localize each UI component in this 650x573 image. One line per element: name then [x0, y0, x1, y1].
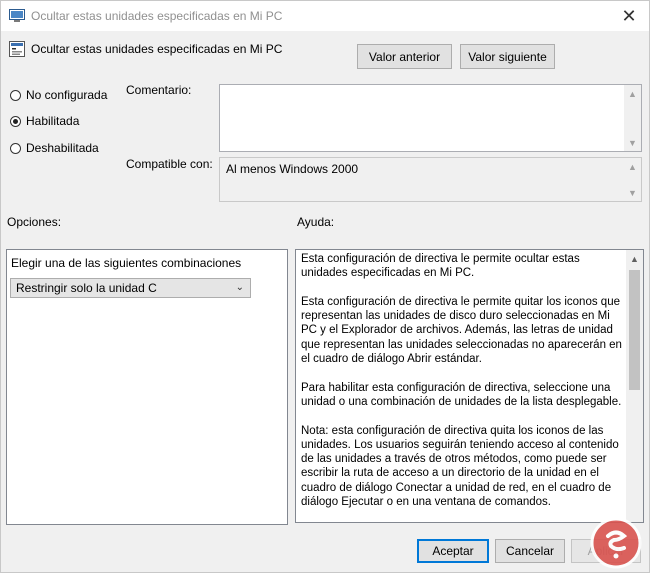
radio-button[interactable] — [10, 115, 21, 127]
help-paragraph: Nota: esta configuración de directiva qu… — [301, 424, 619, 509]
accept-button[interactable]: Aceptar — [417, 539, 489, 563]
radio-label: No configurada — [26, 88, 108, 102]
radio-disabled[interactable]: Deshabilitada — [10, 141, 99, 155]
policy-setting-icon — [9, 41, 25, 57]
title-bar: Ocultar estas unidades especificadas en … — [1, 1, 649, 31]
comment-label: Comentario: — [126, 83, 192, 97]
radio-button[interactable] — [10, 142, 21, 154]
radio-button[interactable] — [10, 89, 21, 101]
scroll-up-icon[interactable]: ▲ — [624, 158, 641, 175]
scrollbar-thumb[interactable] — [629, 270, 640, 390]
prev-setting-button[interactable]: Valor anterior — [357, 44, 452, 69]
next-setting-button[interactable]: Valor siguiente — [460, 44, 555, 69]
compatible-scrollbar[interactable]: ▲ ▼ — [624, 158, 641, 201]
scroll-down-icon[interactable]: ▼ — [624, 184, 641, 201]
comment-scrollbar[interactable]: ▲ ▼ — [624, 85, 641, 151]
scroll-up-icon[interactable]: ▲ — [624, 85, 641, 102]
radio-label: Habilitada — [26, 114, 80, 128]
select-value: Restringir solo la unidad C — [16, 281, 157, 295]
scroll-up-icon[interactable]: ▲ — [626, 250, 643, 267]
help-paragraph: Para habilitar esta configuración de dir… — [301, 381, 622, 408]
radio-enabled[interactable]: Habilitada — [10, 114, 79, 128]
compatible-label: Compatible con: — [126, 157, 213, 171]
help-scrollbar[interactable]: ▲ — [626, 250, 643, 522]
help-paragraph: Esta configuración de directiva le permi… — [301, 295, 622, 366]
compatible-field: Al menos Windows 2000 ▲ ▼ — [219, 157, 642, 202]
radio-label: Deshabilitada — [26, 141, 99, 155]
solvetic-logo — [590, 517, 642, 569]
drive-restriction-select[interactable]: Restringir solo la unidad C ⌄ — [10, 278, 251, 298]
policy-icon — [9, 9, 25, 22]
help-heading: Ayuda: — [297, 215, 335, 229]
help-paragraph: Esta configuración de directiva le permi… — [301, 253, 580, 280]
chevron-down-icon: ⌄ — [235, 282, 244, 293]
window-title: Ocultar estas unidades especificadas en … — [31, 9, 283, 23]
combo-label: Elegir una de las siguientes combinacion… — [11, 256, 242, 270]
dialog-window: Ocultar estas unidades especificadas en … — [0, 0, 650, 573]
help-panel: Esta configuración de directiva le permi… — [295, 249, 644, 523]
scroll-down-icon[interactable]: ▼ — [624, 134, 641, 151]
close-icon[interactable]: ✕ — [615, 3, 643, 29]
help-text: Esta configuración de directiva le permi… — [301, 252, 626, 522]
radio-not-configured[interactable]: No configurada — [10, 88, 107, 102]
compatible-value: Al menos Windows 2000 — [226, 162, 359, 176]
comment-field[interactable]: ▲ ▼ — [219, 84, 642, 152]
policy-name: Ocultar estas unidades especificadas en … — [31, 42, 283, 56]
options-panel: Elegir una de las siguientes combinacion… — [6, 249, 288, 525]
options-heading: Opciones: — [7, 215, 62, 229]
cancel-button[interactable]: Cancelar — [495, 539, 565, 563]
